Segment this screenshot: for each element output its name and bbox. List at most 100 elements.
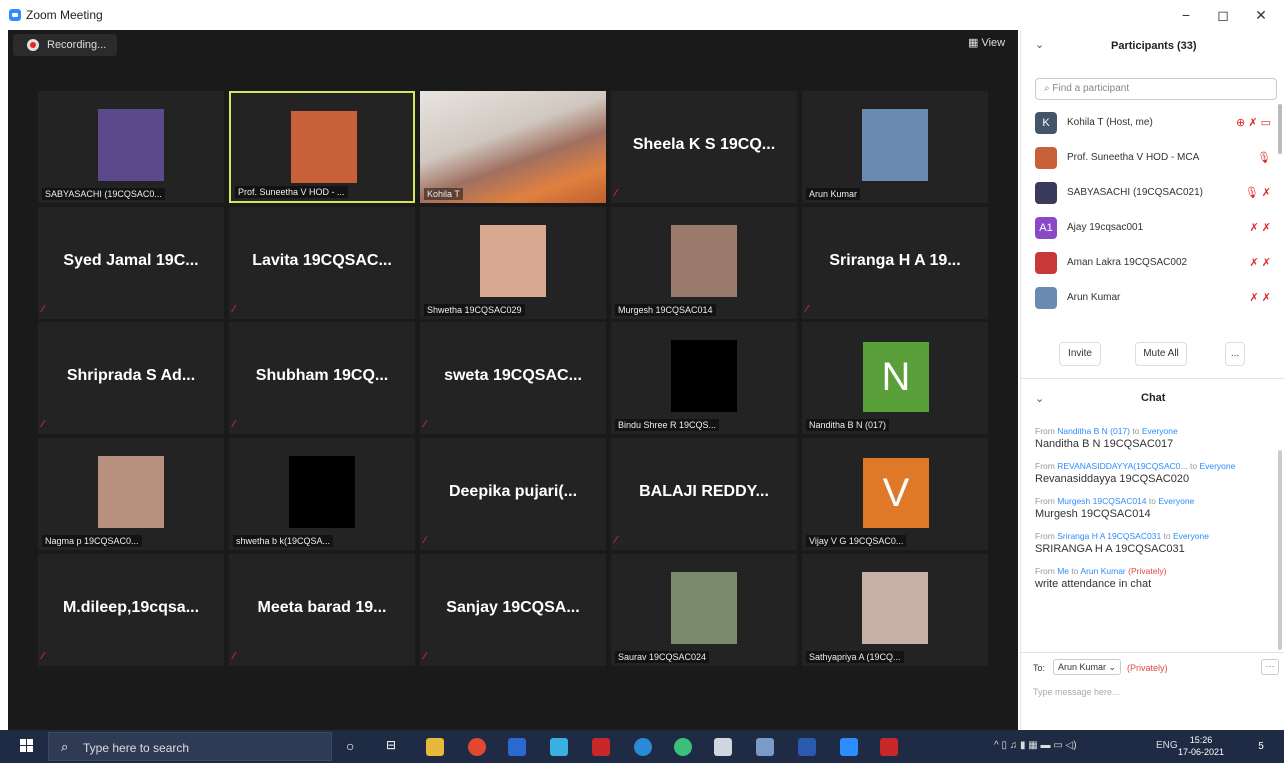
participants-more-button[interactable]: ... <box>1225 342 1245 366</box>
video-tile[interactable]: N Nanditha B N (017) <box>802 322 988 434</box>
participant-row[interactable]: A1 Ajay 19cqsac001 ✗ ✗ <box>1031 211 1277 246</box>
video-tile[interactable]: BALAJI REDDY... ⁄ <box>611 438 797 550</box>
video-tile[interactable]: Sathyapriya A (19CQ... <box>802 554 988 666</box>
lync-icon[interactable] <box>550 738 568 756</box>
video-tile[interactable]: Meeta barad 19... ⁄ <box>229 554 415 666</box>
notification-icon[interactable]: 5 <box>1252 738 1270 756</box>
tray-icons[interactable]: ^ ▯ ♫ ▮ ▦ ▬ ▭ ◁) <box>994 740 1077 751</box>
to-word: to <box>1132 426 1140 436</box>
participants-scrollbar[interactable] <box>1278 104 1282 154</box>
video-tile[interactable]: Syed Jamal 19C... ⁄ <box>38 207 224 319</box>
view-button[interactable]: ▦ View <box>968 36 1005 49</box>
mail-icon[interactable] <box>508 738 526 756</box>
chat-collapse-icon[interactable]: ⌄ <box>1035 392 1044 405</box>
close-button[interactable]: ✕ <box>1246 4 1276 26</box>
participant-status-icons[interactable]: 🎙 ✗ <box>1245 186 1271 199</box>
cortana-icon[interactable]: ○ <box>346 738 364 756</box>
file-explorer-icon[interactable] <box>426 738 444 756</box>
participant-search-input[interactable]: ⌕ Find a participant <box>1035 78 1277 100</box>
video-tile[interactable]: shwetha b k(19CQSA... <box>229 438 415 550</box>
chat-message-header: From Sriranga H A 19CQSAC031 to Everyone <box>1035 531 1275 541</box>
participant-row[interactable]: Aman Lakra 19CQSAC002 ✗ ✗ <box>1031 246 1277 281</box>
taskbar-search-input[interactable]: ⌕ Type here to search <box>48 732 332 761</box>
chat-sender[interactable]: Me <box>1057 566 1069 576</box>
video-tile[interactable]: Shripradа S Ad... ⁄ <box>38 322 224 434</box>
video-tile[interactable]: Sanjay 19CQSA... ⁄ <box>420 554 606 666</box>
tile-display-name: Sriranga H A 19... <box>829 252 961 269</box>
chat-sender[interactable]: REVANASIDDAYYA(19CQSAC0... <box>1057 461 1187 471</box>
video-tile[interactable]: Sheela K S 19CQ... ⁄ <box>611 91 797 203</box>
tile-name-label: Shwetha 19CQSAC029 <box>424 304 525 316</box>
participant-row[interactable]: Prof. Suneetha V HOD - MCA 🎙 <box>1031 141 1277 176</box>
language-indicator[interactable]: ENG <box>1156 740 1178 751</box>
participant-status-icons[interactable]: 🎙 <box>1257 151 1271 164</box>
tile-name-label: Bindu Shree R 19CQS... <box>615 419 720 431</box>
participant-status-icons[interactable]: ✗ ✗ <box>1250 291 1272 304</box>
mcafee-security-icon[interactable] <box>880 738 898 756</box>
participant-status-icons[interactable]: ✗ ✗ <box>1250 256 1272 269</box>
word-icon[interactable] <box>798 738 816 756</box>
video-tile[interactable]: Kohila T <box>420 91 606 203</box>
muted-mic-icon: ⁄ <box>615 188 617 199</box>
message-input[interactable]: Type message here... <box>1033 687 1120 697</box>
recipient-select[interactable]: Arun Kumar ⌄ <box>1053 659 1122 675</box>
zoom-taskbar-icon[interactable] <box>840 738 858 756</box>
minimize-button[interactable]: − <box>1171 4 1201 26</box>
from-word: From <box>1035 461 1055 471</box>
browser-icon[interactable] <box>674 738 692 756</box>
participant-status-icons[interactable]: ⊕ ✗ ▭ <box>1236 116 1271 129</box>
participant-status-icons[interactable]: ✗ ✗ <box>1250 221 1272 234</box>
chat-recipient[interactable]: Everyone <box>1173 531 1209 541</box>
participant-name: Prof. Suneetha V HOD - MCA <box>1067 152 1200 163</box>
chat-more-button[interactable]: ··· <box>1261 659 1279 675</box>
recording-indicator[interactable]: Recording... <box>13 34 117 56</box>
video-tile[interactable]: Lavita 19CQSAC... ⁄ <box>229 207 415 319</box>
record-icon <box>27 39 39 51</box>
participant-row[interactable]: K Kohila T (Host, me) ⊕ ✗ ▭ <box>1031 106 1277 141</box>
chat-message-text: Murgesh 19CQSAC014 <box>1035 508 1151 520</box>
video-tile[interactable]: Arun Kumar <box>802 91 988 203</box>
video-tile[interactable]: sweta 19CQSAC... ⁄ <box>420 322 606 434</box>
maximize-button[interactable]: ◻ <box>1208 4 1238 26</box>
chat-sender[interactable]: Sriranga H A 19CQSAC031 <box>1057 531 1161 541</box>
video-tile[interactable]: Nagma p 19CQSAC0... <box>38 438 224 550</box>
participant-row[interactable]: SABYASACHI (19CQSAC021) 🎙 ✗ <box>1031 176 1277 211</box>
chat-recipient[interactable]: Everyone <box>1158 496 1194 506</box>
video-tile[interactable]: Prof. Suneetha V HOD - ... <box>229 91 415 203</box>
video-tile[interactable]: Deepika pujari(... ⁄ <box>420 438 606 550</box>
video-tile[interactable]: V Vijay V G 19CQSAC0... <box>802 438 988 550</box>
invite-button[interactable]: Invite <box>1059 342 1101 366</box>
edge-icon[interactable] <box>634 738 652 756</box>
chat-sender[interactable]: Murgesh 19CQSAC014 <box>1057 496 1146 506</box>
video-tile[interactable]: Shubham 19CQ... ⁄ <box>229 322 415 434</box>
participant-photo <box>98 109 164 181</box>
task-view-icon[interactable]: ⊟ <box>386 738 404 756</box>
video-tile[interactable]: SABYASACHI (19CQSAC0... <box>38 91 224 203</box>
3d-viewer-icon[interactable] <box>714 738 732 756</box>
chrome-icon[interactable] <box>468 738 486 756</box>
video-tile[interactable]: Shwetha 19CQSAC029 <box>420 207 606 319</box>
video-tile[interactable]: Murgesh 19CQSAC014 <box>611 207 797 319</box>
participants-collapse-icon[interactable]: ⌄ <box>1035 38 1044 51</box>
participant-row[interactable]: Arun Kumar ✗ ✗ <box>1031 281 1277 316</box>
chat-message-text: write attendance in chat <box>1035 578 1152 590</box>
chat-recipient[interactable]: Everyone <box>1199 461 1235 471</box>
video-tile[interactable]: Saurav 19CQSAC024 <box>611 554 797 666</box>
mcafee-icon[interactable] <box>592 738 610 756</box>
participant-photo <box>862 109 928 181</box>
to-word: to <box>1163 531 1171 541</box>
mute-all-button[interactable]: Mute All <box>1135 342 1187 366</box>
chat-recipient[interactable]: Everyone <box>1142 426 1178 436</box>
windows-start-icon[interactable] <box>20 739 34 753</box>
photos-icon[interactable] <box>756 738 774 756</box>
muted-mic-icon: ⁄ <box>806 304 808 315</box>
video-tile[interactable]: M.dileep,19cqsa... ⁄ <box>38 554 224 666</box>
video-tile[interactable]: Sriranga H A 19... ⁄ <box>802 207 988 319</box>
to-word: to <box>1148 496 1156 506</box>
chat-private-flag: (Privately) <box>1128 566 1167 576</box>
chat-scrollbar[interactable] <box>1278 450 1282 650</box>
chat-sender[interactable]: Nanditha B N (017) <box>1057 426 1130 436</box>
video-tile[interactable]: Bindu Shree R 19CQS... <box>611 322 797 434</box>
chat-recipient[interactable]: Arun Kumar <box>1080 566 1125 576</box>
clock[interactable]: 15:26 17-06-2021 <box>1178 734 1224 758</box>
